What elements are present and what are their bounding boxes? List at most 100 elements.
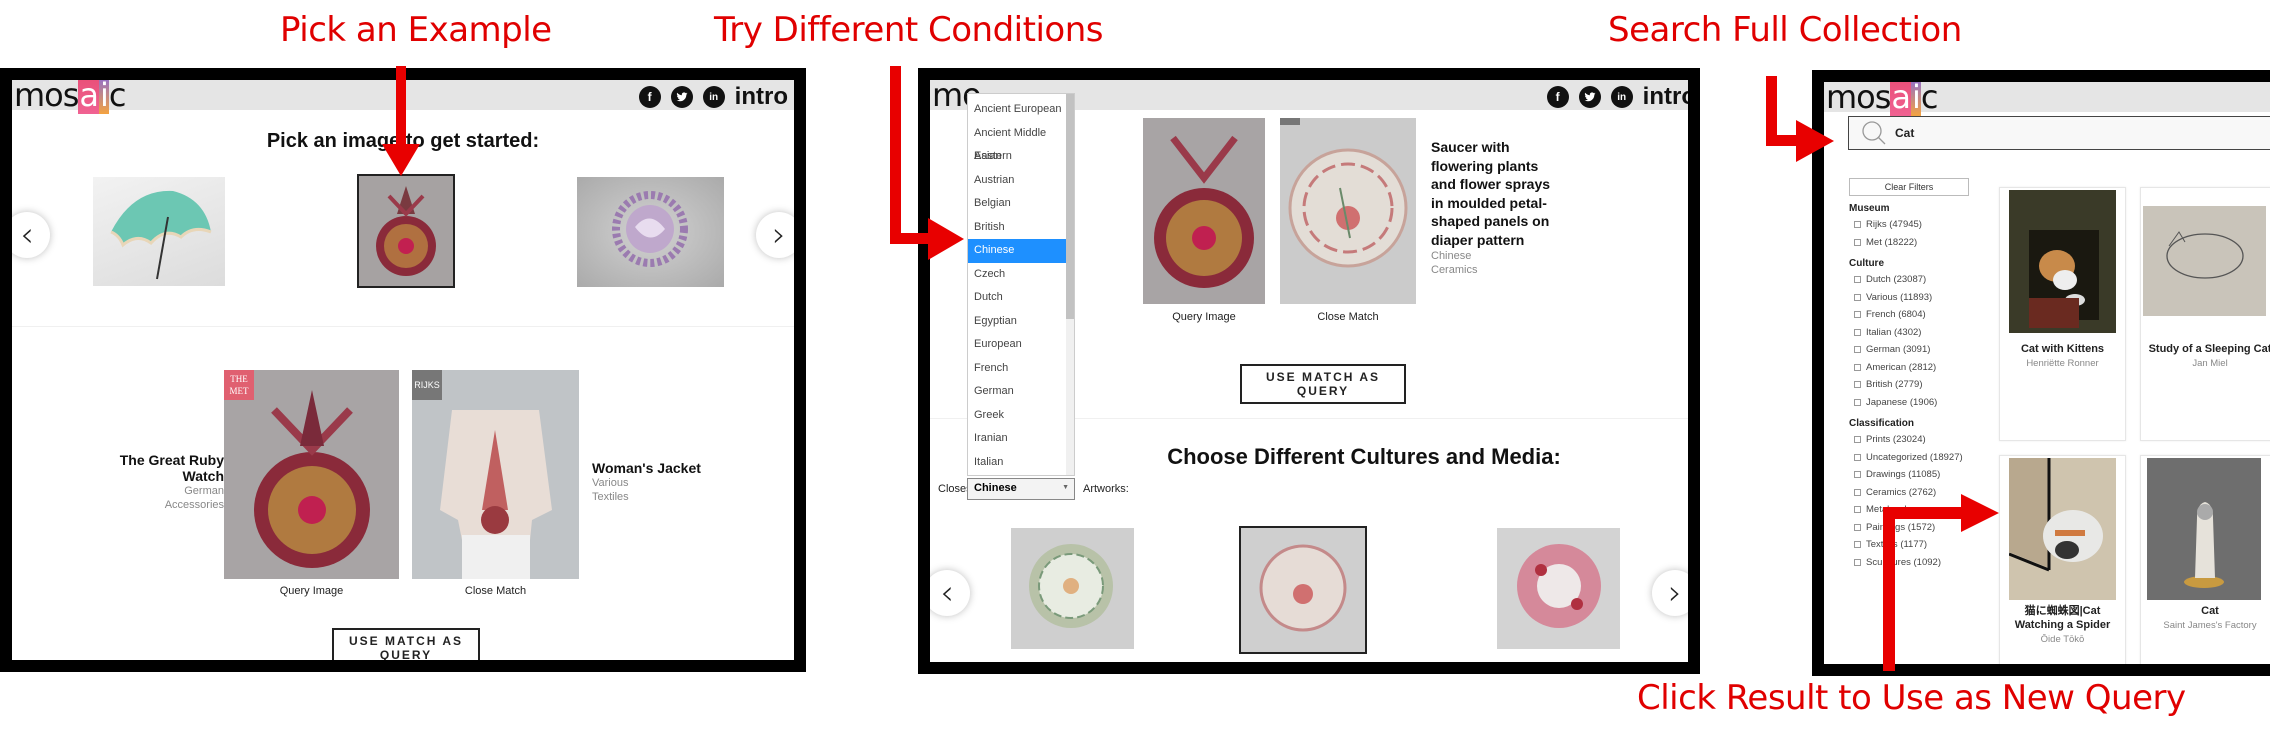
filter-checkbox-item[interactable]: Uncategorized (18927) — [1849, 449, 1974, 467]
annotation-arrow-head — [382, 144, 420, 176]
filter-label: Drawings (11085) — [1866, 469, 1941, 481]
dropdown-scrollbar[interactable] — [1066, 94, 1074, 475]
filter-checkbox-item[interactable]: Paintings (1572) — [1849, 519, 1974, 537]
checkbox[interactable] — [1854, 221, 1861, 229]
filter-checkbox-item[interactable]: Dutch (23087) — [1849, 271, 1974, 289]
culture-option[interactable]: Ancient Middle Eastern — [968, 122, 1068, 162]
mosaic-logo[interactable]: mosaic — [14, 76, 126, 114]
checkbox[interactable] — [1854, 523, 1861, 531]
filter-checkbox-item[interactable]: Japanese (1906) — [1849, 394, 1974, 412]
close-match-caption: Close Match — [464, 585, 527, 597]
filter-checkbox-item[interactable]: Prints (23024) — [1849, 431, 1974, 449]
carousel-prev-button[interactable]: ‹ — [930, 570, 970, 616]
use-match-as-query-button[interactable]: USE MATCH AS QUERY — [1240, 364, 1406, 404]
top-bar: mosaic — [1824, 82, 2270, 116]
filter-checkbox-item[interactable]: Ceramics (2762) — [1849, 484, 1974, 502]
linkedin-icon[interactable]: in — [702, 86, 725, 108]
checkbox[interactable] — [1854, 453, 1861, 461]
result-floral-saucer[interactable] — [1239, 526, 1367, 654]
filter-checkbox-item[interactable]: French (6804) — [1849, 306, 1974, 324]
intro-link[interactable]: intro — [1643, 83, 1688, 111]
annotation-arrow-head — [1961, 494, 1999, 532]
culture-option[interactable]: European — [968, 333, 1068, 357]
intro-link[interactable]: intro — [735, 83, 788, 111]
search-input[interactable]: Cat — [1848, 116, 2270, 150]
culture-option[interactable]: Ancient European — [968, 98, 1068, 122]
carousel-item-ruby-watch[interactable] — [357, 174, 455, 288]
checkbox[interactable] — [1854, 381, 1861, 389]
result-artist: Ōide Tōkō — [2040, 634, 2085, 645]
carousel-item-glass-dish[interactable] — [577, 177, 724, 287]
carousel-next-button[interactable]: › — [1652, 570, 1688, 616]
culture-option[interactable]: Czech — [968, 263, 1068, 287]
checkbox[interactable] — [1854, 363, 1861, 371]
culture-option[interactable]: Greek — [968, 404, 1068, 428]
filter-checkbox-item[interactable]: Textiles (1177) — [1849, 536, 1974, 554]
result-card-cat-watching-spider[interactable]: 猫に蜘蛛図|Cat Watching a Spider Ōide Tōkō — [1999, 455, 2126, 664]
twitter-icon[interactable] — [1578, 86, 1601, 108]
culture-option[interactable]: Italian — [968, 451, 1068, 475]
culture-select[interactable]: Chinese ▼ — [967, 478, 1075, 500]
query-culture: German — [184, 485, 224, 497]
culture-option[interactable]: Asian — [968, 145, 1068, 169]
carousel-item-umbrella[interactable] — [93, 177, 225, 286]
search-input-value: Cat — [1895, 126, 1915, 140]
culture-option[interactable]: Iranian — [968, 427, 1068, 451]
culture-option[interactable]: German — [968, 380, 1068, 404]
annotation-arrow-shaft — [1766, 135, 1798, 146]
result-card-cat-with-kittens[interactable]: Cat with Kittens Henriëtte Ronner — [1999, 187, 2126, 441]
carousel-next-button[interactable]: › — [756, 212, 794, 258]
logo-i: i — [99, 76, 109, 114]
checkbox[interactable] — [1854, 311, 1861, 319]
scrollbar-thumb[interactable] — [1066, 94, 1074, 319]
checkbox[interactable] — [1854, 398, 1861, 406]
result-card-sleeping-cat[interactable]: Study of a Sleeping Cat Jan Miel — [2140, 187, 2270, 441]
culture-option[interactable]: British — [968, 216, 1068, 240]
culture-option[interactable]: French — [968, 357, 1068, 381]
filter-checkbox-item[interactable]: American (2812) — [1849, 359, 1974, 377]
checkbox[interactable] — [1854, 276, 1861, 284]
query-classification: Accessories — [164, 499, 224, 511]
chevron-down-icon: ▼ — [1062, 484, 1069, 491]
checkbox[interactable] — [1854, 436, 1861, 444]
checkbox[interactable] — [1854, 541, 1861, 549]
filter-checkbox-item[interactable]: German (3091) — [1849, 341, 1974, 359]
umbrella-image — [110, 190, 212, 280]
carousel-prev-button[interactable]: ‹ — [12, 212, 50, 258]
filter-checkbox-item[interactable]: Drawings (11085) — [1849, 466, 1974, 484]
checkbox[interactable] — [1854, 488, 1861, 496]
culture-option[interactable]: Belgian — [968, 192, 1068, 216]
green-saucer-image — [1029, 544, 1113, 628]
result-green-saucer[interactable] — [1011, 528, 1134, 649]
facebook-icon[interactable]: f — [638, 86, 661, 108]
close-match-image[interactable] — [1280, 118, 1416, 304]
close-match-image[interactable]: RIJKS — [412, 370, 579, 579]
twitter-icon[interactable] — [670, 86, 693, 108]
result-card-cat-figure[interactable]: Cat Saint James's Factory — [2140, 455, 2270, 664]
checkbox[interactable] — [1854, 293, 1861, 301]
culture-dropdown-list[interactable]: Ancient European Ancient Middle Eastern As… — [967, 93, 1075, 476]
culture-option[interactable]: Austrian — [968, 169, 1068, 193]
filter-checkbox-item[interactable]: Italian (4302) — [1849, 324, 1974, 342]
culture-option[interactable]: Egyptian — [968, 310, 1068, 334]
checkbox[interactable] — [1854, 238, 1861, 246]
mosaic-logo[interactable]: mosaic — [1826, 82, 1938, 116]
filter-checkbox-item[interactable]: Sculptures (1092) — [1849, 554, 1974, 572]
culture-option[interactable]: Chinese — [968, 239, 1068, 263]
checkbox[interactable] — [1854, 506, 1861, 514]
glass-dish-image — [612, 191, 688, 267]
linkedin-icon[interactable]: in — [1610, 86, 1633, 108]
filter-checkbox-item[interactable]: Various (11893) — [1849, 289, 1974, 307]
checkbox[interactable] — [1854, 328, 1861, 336]
filter-checkbox-item[interactable]: Rijks (47945) — [1849, 216, 1974, 234]
result-pink-saucer[interactable] — [1497, 528, 1620, 649]
checkbox[interactable] — [1854, 471, 1861, 479]
filter-checkbox-item[interactable]: Met (18222) — [1849, 234, 1974, 252]
checkbox[interactable] — [1854, 558, 1861, 566]
clear-filters-button[interactable]: Clear Filters — [1849, 178, 1969, 196]
filter-checkbox-item[interactable]: British (2779) — [1849, 376, 1974, 394]
checkbox[interactable] — [1854, 346, 1861, 354]
use-match-as-query-button[interactable]: USE MATCH AS QUERY — [332, 628, 480, 660]
facebook-icon[interactable]: f — [1546, 86, 1569, 108]
culture-option[interactable]: Dutch — [968, 286, 1068, 310]
